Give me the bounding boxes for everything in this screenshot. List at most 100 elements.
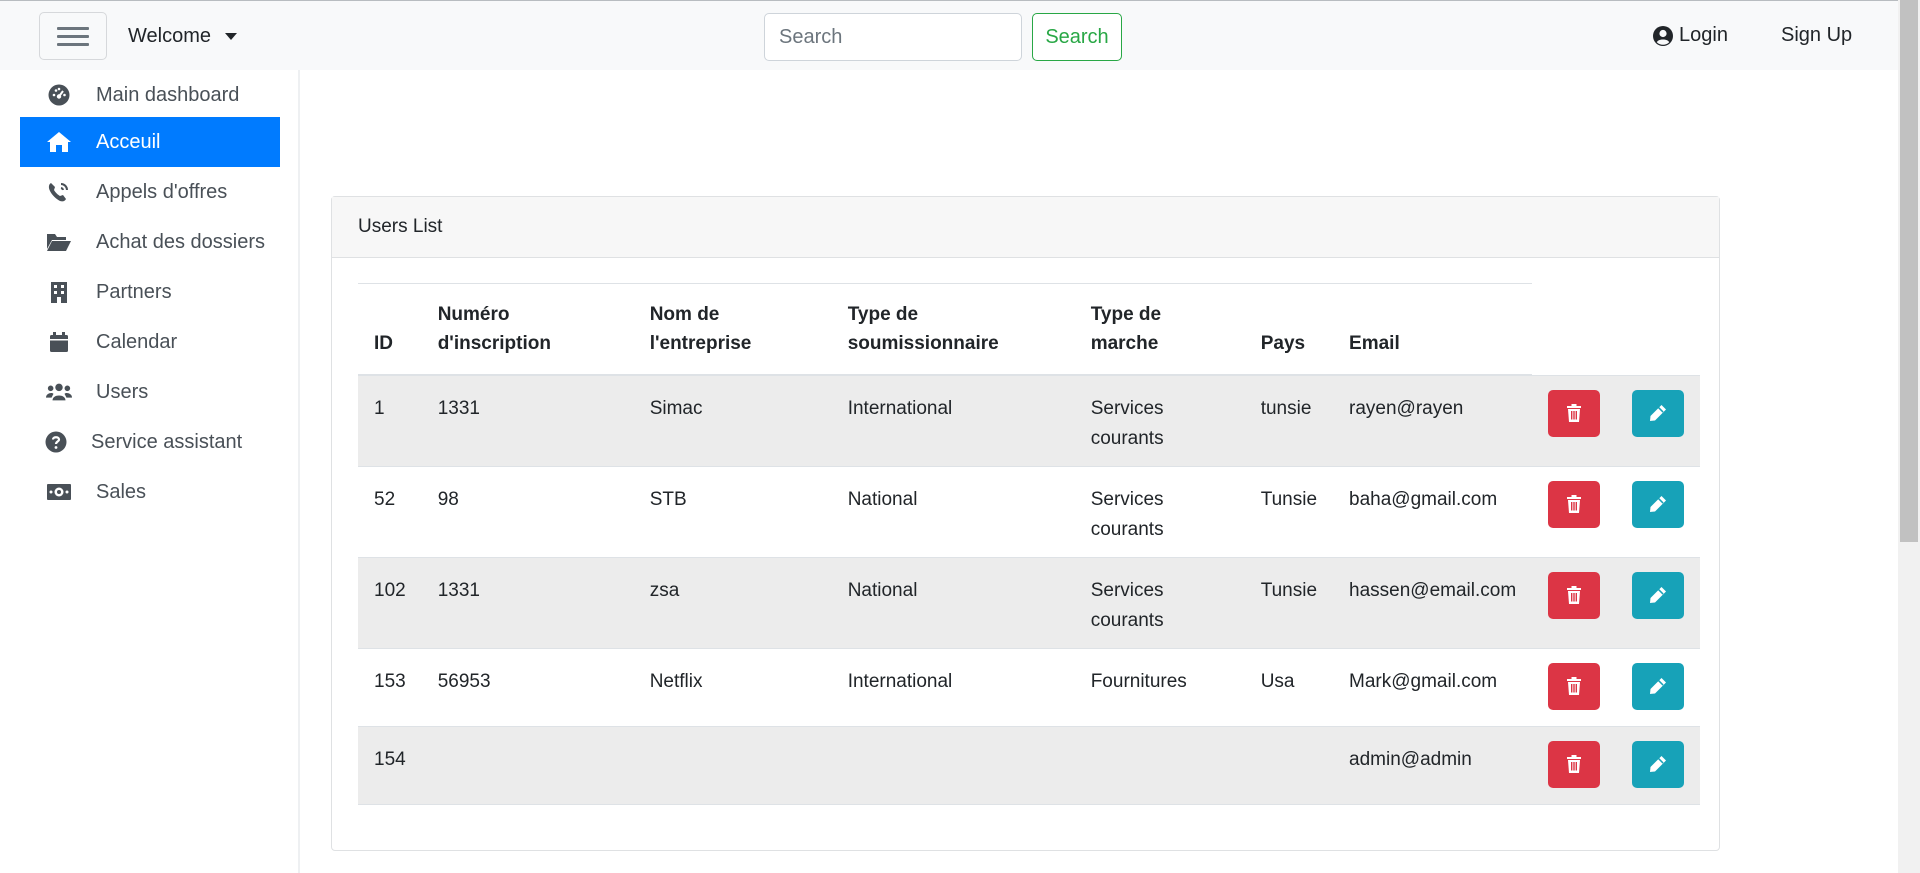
pencil-icon bbox=[1650, 678, 1667, 694]
cell-email: rayen@rayen bbox=[1333, 374, 1533, 466]
delete-button[interactable] bbox=[1548, 480, 1601, 528]
table-row: 102 1331 zsa National Services courants … bbox=[358, 556, 1701, 648]
welcome-dropdown[interactable]: Welcome bbox=[128, 25, 237, 48]
edit-button[interactable] bbox=[1632, 662, 1685, 710]
table-row: 153 56953 Netflix International Fournitu… bbox=[358, 647, 1701, 726]
column-header-nom: Nom de l'entreprise bbox=[633, 283, 832, 376]
delete-button[interactable] bbox=[1548, 389, 1601, 437]
cell-numero bbox=[421, 725, 634, 804]
cell-nom: Simac bbox=[633, 374, 832, 466]
cell-pays bbox=[1244, 725, 1334, 804]
cell-id: 102 bbox=[358, 556, 422, 648]
edit-button[interactable] bbox=[1632, 740, 1685, 788]
login-label: Login bbox=[1679, 24, 1728, 46]
cell-numero: 1331 bbox=[421, 374, 634, 466]
cell-type-marche: Fournitures bbox=[1074, 647, 1245, 726]
edit-button[interactable] bbox=[1632, 571, 1685, 619]
cell-nom: zsa bbox=[633, 556, 832, 648]
folder-open-icon bbox=[46, 229, 72, 255]
column-header-pays: Pays bbox=[1244, 283, 1334, 376]
card-title: Users List bbox=[358, 216, 443, 237]
sidebar-item-label: Sales bbox=[96, 480, 147, 503]
card-header: Users List bbox=[332, 197, 1719, 258]
search-button[interactable]: Search bbox=[1032, 13, 1122, 61]
trash-icon bbox=[1567, 404, 1582, 422]
cell-pays: Usa bbox=[1244, 647, 1334, 726]
sidebar-item-partners[interactable]: Partners bbox=[20, 267, 280, 317]
signup-link[interactable]: Sign Up bbox=[1781, 24, 1852, 47]
trash-icon bbox=[1567, 586, 1582, 604]
cell-id: 52 bbox=[358, 465, 422, 557]
cell-nom: STB bbox=[633, 465, 832, 557]
cell-nom bbox=[633, 725, 832, 804]
sidebar-item-users[interactable]: Users bbox=[20, 367, 280, 417]
cell-nom: Netflix bbox=[633, 647, 832, 726]
cell-type-soumissionnaire bbox=[831, 725, 1075, 804]
cell-type-soumissionnaire: International bbox=[831, 374, 1075, 466]
sidebar-item-sales[interactable]: Sales bbox=[20, 467, 280, 517]
sidebar-item-label: Partners bbox=[96, 280, 172, 303]
cell-type-marche bbox=[1074, 725, 1245, 804]
caret-down-icon bbox=[225, 33, 237, 40]
cell-pays: tunsie bbox=[1244, 374, 1334, 466]
delete-button[interactable] bbox=[1548, 662, 1601, 710]
cell-email: Mark@gmail.com bbox=[1333, 647, 1533, 726]
sidebar-item-achat-dossiers[interactable]: Achat des dossiers bbox=[20, 217, 280, 267]
cell-numero: 98 bbox=[421, 465, 634, 557]
cell-pays: Tunsie bbox=[1244, 556, 1334, 648]
sidebar-item-calendar[interactable]: Calendar bbox=[20, 317, 280, 367]
page-scrollbar-thumb[interactable] bbox=[1900, 0, 1918, 542]
trash-icon bbox=[1567, 677, 1582, 695]
hamburger-icon bbox=[57, 27, 89, 30]
delete-button[interactable] bbox=[1548, 740, 1601, 788]
table-row: 154 admin@admin bbox=[358, 725, 1701, 804]
sidebar-item-label: Appels d'offres bbox=[96, 180, 228, 203]
delete-button[interactable] bbox=[1548, 571, 1601, 619]
tachometer-icon bbox=[46, 82, 72, 108]
edit-button[interactable] bbox=[1632, 389, 1685, 437]
cell-type-marche: Services courants bbox=[1074, 556, 1245, 648]
top-navbar: Welcome Search Login Sign Up bbox=[0, 0, 1898, 70]
sidebar-item-label: Calendar bbox=[96, 330, 178, 353]
column-header-id: ID bbox=[358, 283, 422, 376]
sidebar-item-main-dashboard[interactable]: Main dashboard bbox=[20, 70, 280, 120]
column-header-email: Email bbox=[1333, 283, 1533, 376]
home-icon bbox=[46, 129, 72, 155]
table-row: 1 1331 Simac International Services cour… bbox=[358, 374, 1701, 466]
cell-id: 1 bbox=[358, 374, 422, 466]
cell-id: 153 bbox=[358, 647, 422, 726]
cell-type-marche: Services courants bbox=[1074, 374, 1245, 466]
phone-volume-icon bbox=[46, 179, 72, 205]
pencil-icon bbox=[1650, 405, 1667, 421]
table-row: 52 98 STB National Services courants Tun… bbox=[358, 465, 1701, 557]
login-link[interactable]: Login bbox=[1653, 24, 1728, 47]
column-header-numero: Numéro d'inscription bbox=[421, 283, 634, 376]
cell-email: hassen@email.com bbox=[1333, 556, 1533, 648]
building-icon bbox=[46, 279, 72, 305]
sidebar-item-label: Main dashboard bbox=[96, 83, 240, 106]
signup-label: Sign Up bbox=[1781, 24, 1853, 46]
sidebar-item-label: Achat des dossiers bbox=[96, 230, 265, 253]
cell-type-marche: Services courants bbox=[1074, 465, 1245, 557]
question-circle-icon bbox=[43, 429, 69, 455]
cell-numero: 1331 bbox=[421, 556, 634, 648]
menu-toggle-button[interactable] bbox=[39, 12, 107, 60]
edit-button[interactable] bbox=[1632, 480, 1685, 528]
calendar-icon bbox=[46, 329, 72, 355]
cell-email: admin@admin bbox=[1333, 725, 1533, 804]
search-input[interactable] bbox=[764, 13, 1022, 61]
pencil-icon bbox=[1650, 756, 1667, 772]
sidebar-item-service-assistant[interactable]: Service assistant bbox=[20, 417, 280, 467]
users-table: ID Numéro d'inscription Nom de l'entrepr… bbox=[358, 283, 1701, 805]
sidebar: Main dashboard Acceuil Appels d'offres A… bbox=[0, 70, 300, 873]
sidebar-item-appels-offres[interactable]: Appels d'offres bbox=[20, 167, 280, 217]
cell-pays: Tunsie bbox=[1244, 465, 1334, 557]
user-circle-icon bbox=[1653, 25, 1673, 46]
cell-type-soumissionnaire: International bbox=[831, 647, 1075, 726]
table-header-row: ID Numéro d'inscription Nom de l'entrepr… bbox=[358, 283, 1700, 376]
sidebar-item-acceuil[interactable]: Acceuil bbox=[20, 117, 280, 167]
cell-type-soumissionnaire: National bbox=[831, 465, 1075, 557]
trash-icon bbox=[1567, 495, 1582, 513]
pencil-icon bbox=[1650, 496, 1667, 512]
cell-email: baha@gmail.com bbox=[1333, 465, 1533, 557]
